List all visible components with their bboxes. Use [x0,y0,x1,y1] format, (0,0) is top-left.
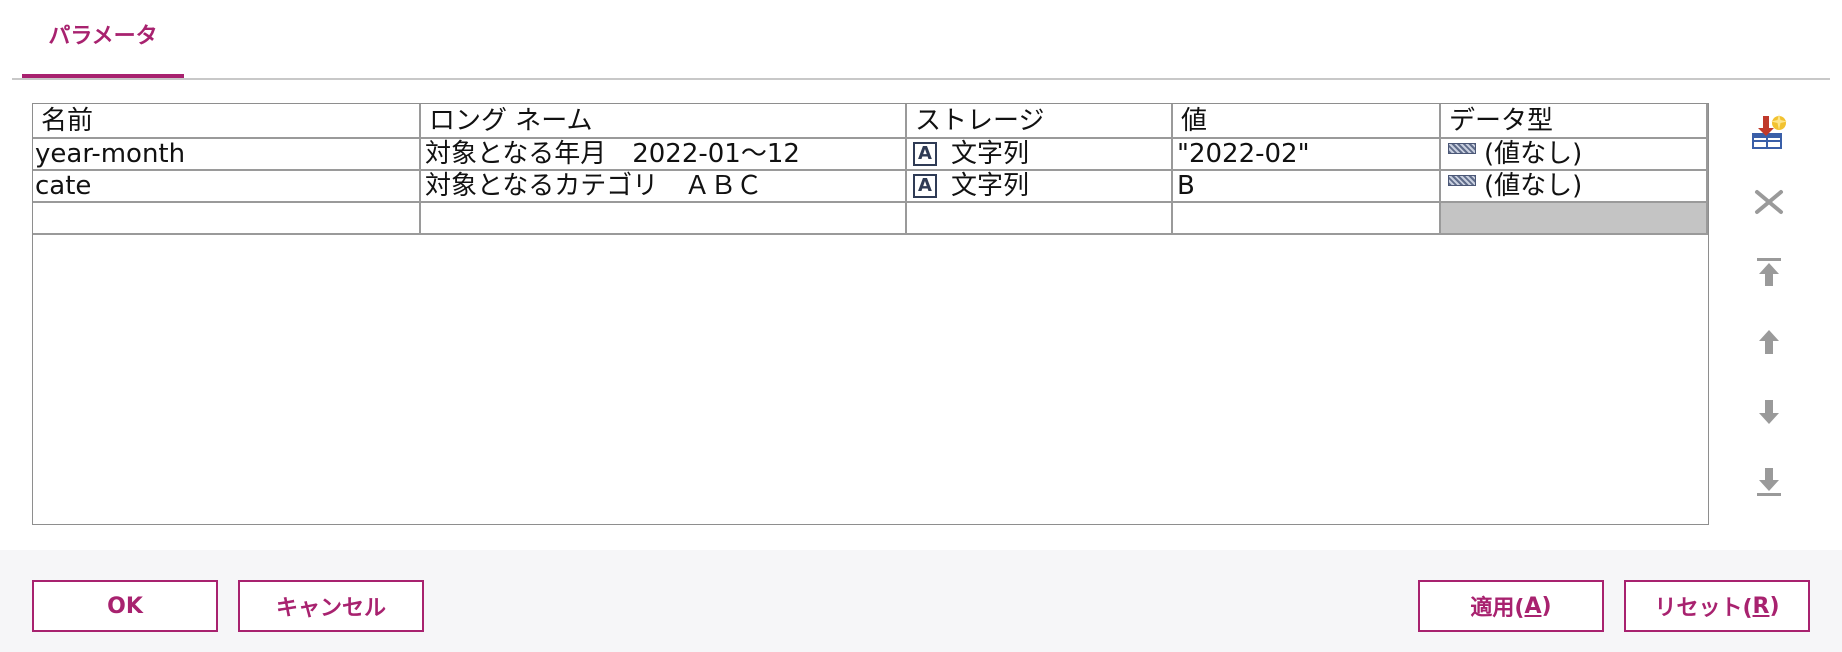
cell-datatype-label: (値なし) [1484,171,1583,201]
cell-storage[interactable]: A 文字列 [907,171,1173,203]
reset-mnemonic: R [1752,593,1770,619]
move-to-bottom-button[interactable] [1745,458,1793,506]
table-header-row: 名前 ロング ネーム ストレージ 値 データ型 [33,104,1708,139]
column-header-datatype[interactable]: データ型 [1441,104,1708,139]
tab-bar: パラメータ [12,0,1830,80]
cell-datatype[interactable]: (値なし) [1441,139,1708,171]
cell-name[interactable] [33,203,421,235]
cell-storage[interactable]: A 文字列 [907,139,1173,171]
cell-datatype [1441,203,1708,235]
cell-datatype-label: (値なし) [1484,139,1583,169]
move-to-top-button[interactable] [1745,248,1793,296]
apply-button[interactable]: 適用(A) [1418,580,1604,632]
move-up-icon [1759,330,1779,354]
add-parameter-icon [1752,114,1787,149]
tab-parameters[interactable]: パラメータ [22,0,184,78]
cell-storage-label: 文字列 [951,171,1030,201]
cell-long-name[interactable] [421,203,907,235]
apply-button-label: 適用( [1470,596,1525,621]
ok-button[interactable]: OK [32,580,218,632]
delete-button[interactable] [1745,178,1793,226]
move-to-top-icon [1757,258,1781,286]
no-value-icon [1448,142,1476,154]
reset-button-close: ) [1769,593,1780,619]
cell-storage-label: 文字列 [951,139,1030,169]
cell-value[interactable]: B [1173,171,1441,203]
table-row-empty[interactable] [33,203,1708,235]
column-header-name[interactable]: 名前 [33,104,421,139]
cell-value[interactable]: "2022-02" [1173,139,1441,171]
apply-button-close: ) [1541,593,1552,619]
cell-name[interactable]: cate [33,171,421,203]
cancel-button[interactable]: キャンセル [238,580,424,632]
column-header-value[interactable]: 値 [1173,104,1441,139]
table-toolbar [1745,108,1793,528]
reset-button[interactable]: リセット(R) [1624,580,1810,632]
cell-datatype[interactable]: (値なし) [1441,171,1708,203]
no-value-icon [1448,174,1476,186]
string-type-icon: A [913,174,937,198]
column-header-long-name[interactable]: ロング ネーム [421,104,907,139]
table-row[interactable]: year-month 対象となる年月 2022-01～12 A 文字列 "202… [33,139,1708,171]
add-parameter-button[interactable] [1745,108,1793,156]
apply-mnemonic: A [1524,593,1542,619]
cell-storage[interactable] [907,203,1173,235]
move-down-button[interactable] [1745,388,1793,436]
move-down-icon [1759,400,1779,424]
dialog-footer: OK キャンセル 適用(A) リセット(R) [0,550,1842,652]
column-header-storage[interactable]: ストレージ [907,104,1173,139]
cell-long-name[interactable]: 対象となる年月 2022-01～12 [421,139,907,171]
cell-value[interactable] [1173,203,1441,235]
parameters-table: 名前 ロング ネーム ストレージ 値 データ型 year-month 対象となる… [32,103,1709,525]
reset-button-label: リセット( [1654,596,1753,621]
table-row[interactable]: cate 対象となるカテゴリ ＡＢＣ A 文字列 B (値なし) [33,171,1708,203]
string-type-icon: A [913,142,937,166]
delete-icon [1755,190,1783,214]
cell-long-name[interactable]: 対象となるカテゴリ ＡＢＣ [421,171,907,203]
cell-name[interactable]: year-month [33,139,421,171]
move-up-button[interactable] [1745,318,1793,366]
move-to-bottom-icon [1757,468,1781,496]
